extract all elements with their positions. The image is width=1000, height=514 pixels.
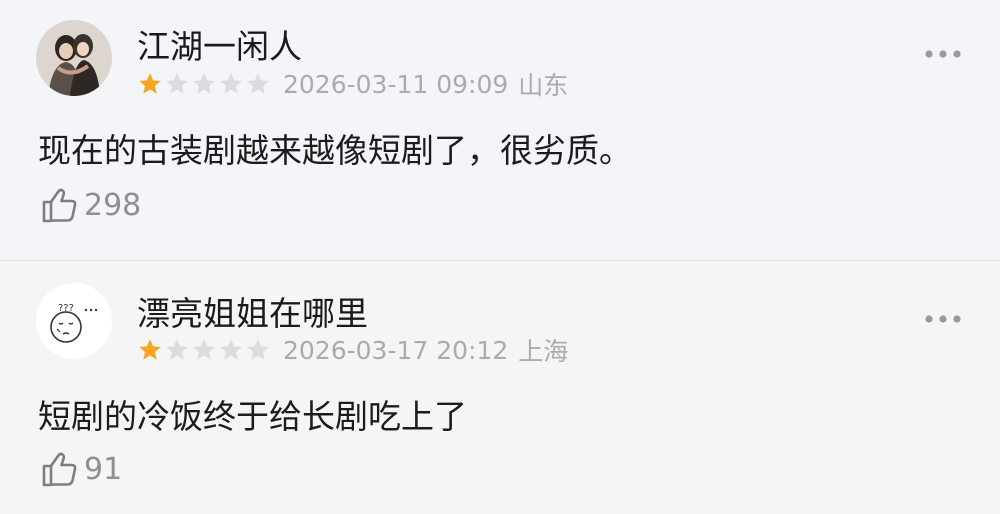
comment-meta: 2026-03-11 09:09 山东 [137, 67, 568, 101]
star-empty-icon [193, 73, 215, 94]
comment-region: 山东 [518, 71, 569, 100]
comment-datetime: 2026-03-17 20:12 [283, 335, 509, 365]
star-empty-icon [220, 73, 242, 94]
star-empty-icon [247, 339, 269, 360]
star-empty-icon [166, 73, 188, 94]
avatar[interactable] [36, 20, 112, 96]
comment-meta: 2026-03-17 20:12 上海 [137, 333, 568, 367]
star-empty-icon [247, 73, 269, 94]
comment-region: 上海 [518, 337, 569, 366]
rating-stars [137, 337, 271, 363]
thumbs-up-icon [42, 452, 77, 487]
star-filled-icon [139, 73, 161, 94]
star-filled-icon [139, 339, 161, 360]
username[interactable]: 漂亮姐姐在哪里 [137, 287, 368, 335]
comment-datetime: 2026-03-11 09:09 [283, 69, 509, 99]
star-empty-icon [193, 339, 215, 360]
more-dots-icon [925, 315, 961, 323]
comment-content: 短剧的冷饭终于给长剧吃上了 [38, 397, 467, 436]
more-options-button[interactable] [917, 39, 969, 69]
rating-stars [137, 71, 271, 97]
more-options-button[interactable] [917, 304, 969, 334]
like-button[interactable]: 298 [40, 184, 141, 226]
more-dots-icon [925, 50, 961, 58]
star-empty-icon [166, 339, 188, 360]
like-count: 91 [84, 451, 123, 487]
username[interactable]: 江湖一闲人 [137, 20, 302, 68]
like-count: 298 [84, 187, 142, 223]
thumbs-up-icon [42, 188, 77, 223]
star-empty-icon [220, 339, 242, 360]
photo-avatar-image [36, 20, 112, 96]
avatar[interactable]: ??? [36, 283, 112, 359]
comment-content: 现在的古装剧越来越像短剧了，很劣质。 [38, 131, 632, 170]
cartoon-face-avatar-image: ??? [36, 283, 112, 359]
svg-text:???: ??? [58, 303, 74, 314]
like-button[interactable]: 91 [40, 448, 122, 490]
